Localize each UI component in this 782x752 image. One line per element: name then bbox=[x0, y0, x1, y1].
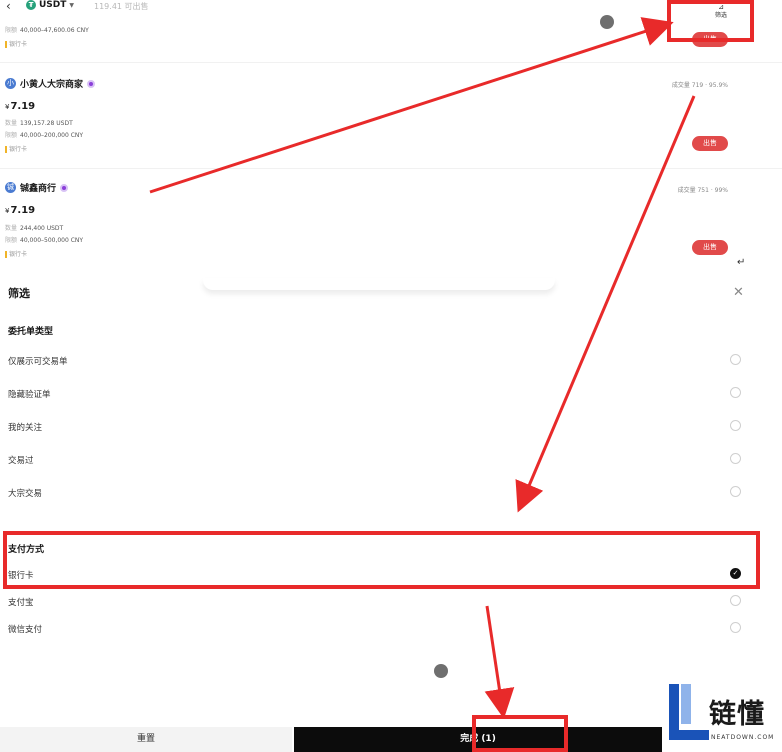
arrow-to-filter bbox=[149, 17, 674, 194]
arrow-to-payment bbox=[515, 95, 696, 513]
arrow-to-done bbox=[484, 605, 515, 719]
annotation-arrows bbox=[149, 17, 696, 719]
watermark-logo: 链懂 NEATDOWN.COM bbox=[665, 682, 782, 752]
watermark-text: 链懂 bbox=[709, 699, 765, 730]
watermark-url: NEATDOWN.COM bbox=[711, 734, 775, 741]
